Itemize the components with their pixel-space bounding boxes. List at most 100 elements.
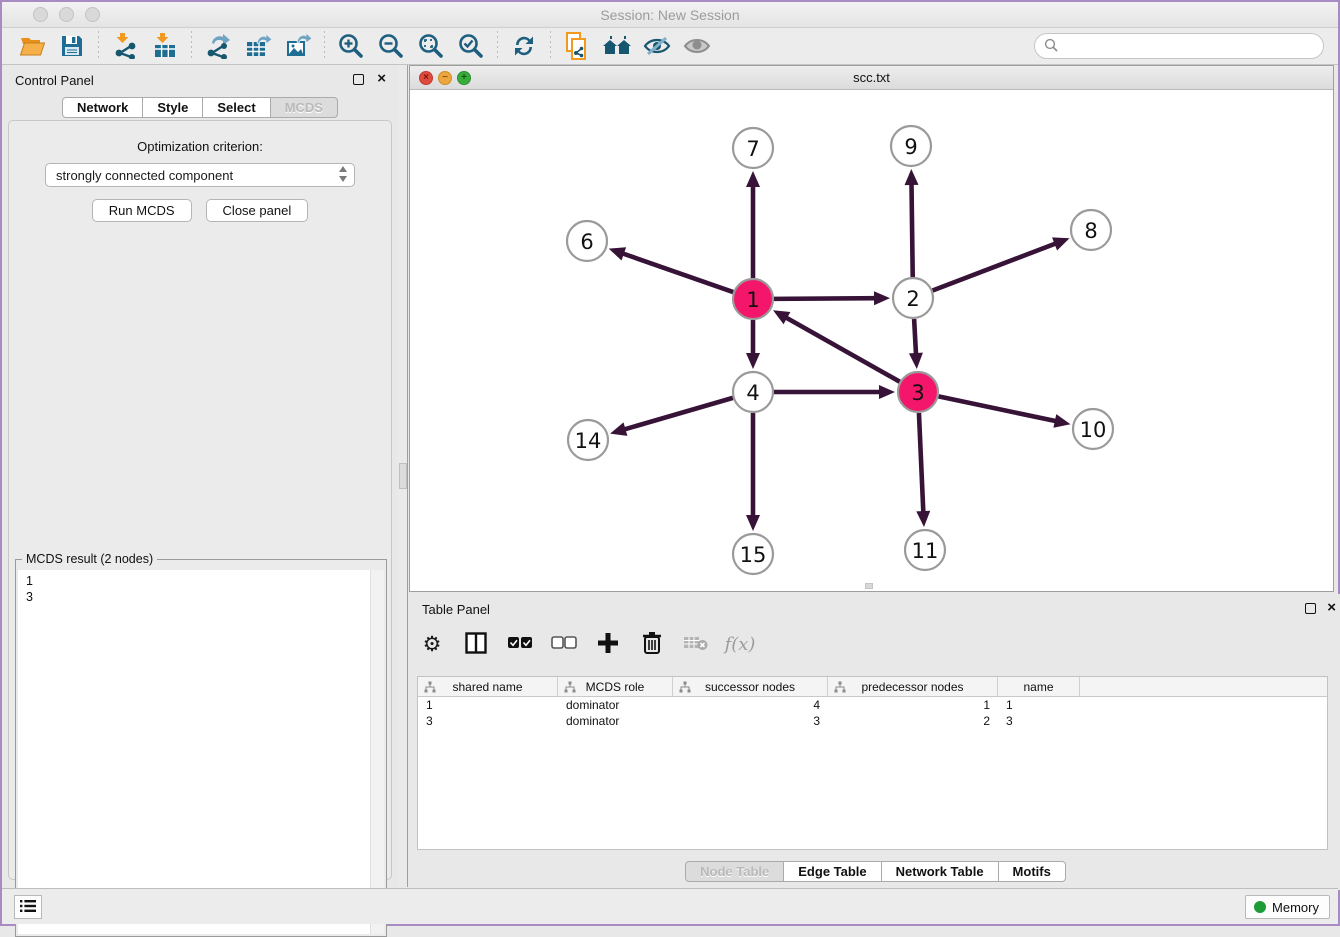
deselect-all-rows-button[interactable] [549,629,579,659]
table-row[interactable]: 3dominator323 [418,713,1327,729]
table-row[interactable]: 1dominator411 [418,697,1327,713]
export-network-button[interactable] [198,30,238,62]
tab-motifs[interactable]: Motifs [999,861,1066,882]
table-settings-button[interactable]: ⚙ [417,629,447,659]
table-cell: 3 [998,713,1080,729]
column-header-shared-name[interactable]: shared name [418,677,558,696]
arrowhead-4-3 [879,385,895,399]
tab-style[interactable]: Style [143,97,203,118]
edge-4-14[interactable] [623,398,733,430]
column-header-label: successor nodes [705,680,795,694]
column-header-label: shared name [452,680,522,694]
run-mcds-button[interactable]: Run MCDS [92,199,192,222]
float-table-panel-icon[interactable] [1305,603,1316,614]
table-cell: dominator [558,713,673,729]
home-view-button[interactable] [597,30,637,62]
column-header-predecessor-nodes[interactable]: predecessor nodes [828,677,998,696]
tab-edge-table[interactable]: Edge Table [784,861,881,882]
import-table-icon [152,33,178,59]
network-view-window: × − + scc.txt 7968124314101511 [409,65,1334,592]
edge-2-8[interactable] [933,243,1058,291]
zoom-out-icon [378,33,404,59]
table-cell: 2 [828,713,998,729]
canvas-resize-handle[interactable] [865,583,873,589]
arrowhead-1-6 [609,247,626,260]
memory-status-icon [1254,901,1266,913]
column-header-label: MCDS role [586,680,645,694]
columns-icon [465,632,487,657]
duplicate-network-button[interactable] [557,30,597,62]
status-bar: Memory [2,888,1338,924]
zoom-in-icon [338,33,364,59]
close-table-panel-icon[interactable]: × [1327,599,1336,616]
tab-node-table[interactable]: Node Table [685,861,784,882]
zoom-out-button[interactable] [371,30,411,62]
zoom-fit-button[interactable] [411,30,451,62]
result-scrollbar[interactable] [370,570,384,934]
edge-1-2[interactable] [774,298,877,299]
search-field[interactable] [1034,33,1324,59]
column-header-MCDS-role[interactable]: MCDS role [558,677,673,696]
column-header-name[interactable]: name [998,677,1080,696]
tab-mcds[interactable]: MCDS [271,97,338,118]
open-session-button[interactable] [12,30,52,62]
panel-splitter[interactable] [398,65,408,887]
import-table-button[interactable] [145,30,185,62]
table-panel-tabs: Node Table Edge Table Network Table Moti… [409,861,1340,882]
edge-1-6[interactable] [621,253,733,292]
arrowhead-2-3 [909,353,923,369]
export-image-button[interactable] [278,30,318,62]
function-builder-button[interactable]: f(x) [725,629,755,659]
refresh-layout-button[interactable] [504,30,544,62]
float-panel-icon[interactable] [353,74,364,85]
tab-select[interactable]: Select [203,97,270,118]
edge-3-11[interactable] [919,413,923,514]
hide-selected-button[interactable] [637,30,677,62]
search-input[interactable] [1063,39,1323,54]
node-table-header: shared name MCDS role successor nodes prede… [418,677,1327,697]
zoom-in-button[interactable] [331,30,371,62]
close-panel-icon[interactable]: × [377,70,386,87]
open-folder-icon [19,34,46,58]
edge-2-9[interactable] [911,182,912,277]
node-table: shared name MCDS role successor nodes prede… [417,676,1328,850]
result-line: 1 [26,573,384,589]
export-table-button[interactable] [238,30,278,62]
eye-slash-icon [643,34,671,58]
select-all-rows-button[interactable] [505,629,535,659]
plus-icon [597,632,619,657]
column-header-successor-nodes[interactable]: successor nodes [673,677,828,696]
memory-button[interactable]: Memory [1245,895,1330,919]
optimization-criterion-select[interactable]: strongly connected component [45,163,355,187]
arrowhead-4-15 [746,515,760,531]
arrowhead-3-10 [1053,414,1070,428]
network-view-titlebar[interactable]: × − + scc.txt [410,66,1333,90]
show-columns-button[interactable] [461,629,491,659]
zoom-selected-button[interactable] [451,30,491,62]
splitter-handle[interactable] [399,463,407,489]
tab-network[interactable]: Network [62,97,143,118]
save-session-button[interactable] [52,30,92,62]
tab-network-table[interactable]: Network Table [882,861,999,882]
edge-2-3[interactable] [914,319,916,356]
import-network-button[interactable] [105,30,145,62]
table-panel-title: Table Panel [422,602,490,617]
show-all-button[interactable] [677,30,717,62]
toolbar-separator [550,31,551,61]
log-console-button[interactable] [14,895,42,919]
network-canvas[interactable]: 7968124314101511 [410,90,1333,591]
add-column-button[interactable] [593,629,623,659]
arrowhead-3-11 [916,511,930,527]
delete-table-button[interactable] [681,629,711,659]
edge-3-10[interactable] [939,396,1058,421]
mcds-result-title: MCDS result (2 nodes) [22,552,157,566]
table-cell: 1 [998,697,1080,713]
list-icon [20,899,36,916]
edge-3-1[interactable] [784,317,899,382]
table-panel: Table Panel × ⚙ f(x) shared name MCDS rol… [409,594,1340,890]
delete-column-button[interactable] [637,629,667,659]
close-panel-button[interactable]: Close panel [206,199,309,222]
export-image-icon [285,33,312,59]
optimization-criterion-label: Optimization criterion: [9,139,391,154]
save-floppy-icon [60,34,84,58]
